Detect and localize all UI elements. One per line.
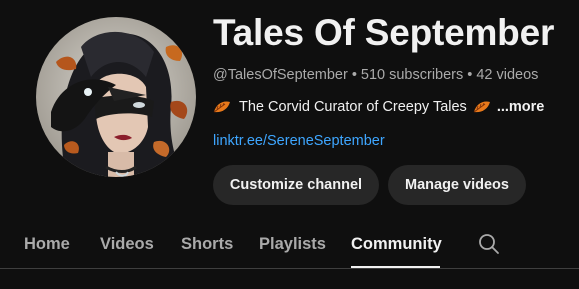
search-icon[interactable] [478,233,500,255]
autumn-leaf-icon [213,101,230,113]
manage-videos-button[interactable]: Manage videos [388,165,526,205]
autumn-leaf-icon [473,101,490,113]
avatar-illustration [36,17,196,177]
subscriber-count: 510 subscribers [360,67,464,83]
tabs-divider [0,268,579,269]
tab-videos[interactable]: Videos [100,235,154,254]
channel-handle: @TalesOfSeptember [213,67,348,83]
meta-separator: • [467,67,473,83]
channel-link[interactable]: linktr.ee/SereneSeptember [213,133,385,149]
tab-home[interactable]: Home [24,235,70,254]
channel-description[interactable]: The Corvid Curator of Creepy Tales ...mo… [213,99,544,115]
channel-meta: @TalesOfSeptember • 510 subscribers • 42 vid… [213,67,538,83]
tab-shorts[interactable]: Shorts [181,235,233,254]
channel-title: Tales Of September [213,12,555,53]
description-text: The Corvid Curator of Creepy Tales [239,99,467,115]
tab-community[interactable]: Community [351,235,442,254]
more-link[interactable]: ...more [497,99,545,115]
channel-tabs: Home Videos Shorts Playlists Community [0,225,579,269]
video-count: 42 videos [476,67,539,83]
channel-avatar[interactable] [36,17,196,177]
meta-separator: • [351,67,357,83]
customize-channel-button[interactable]: Customize channel [213,165,379,205]
tab-playlists[interactable]: Playlists [259,235,326,254]
